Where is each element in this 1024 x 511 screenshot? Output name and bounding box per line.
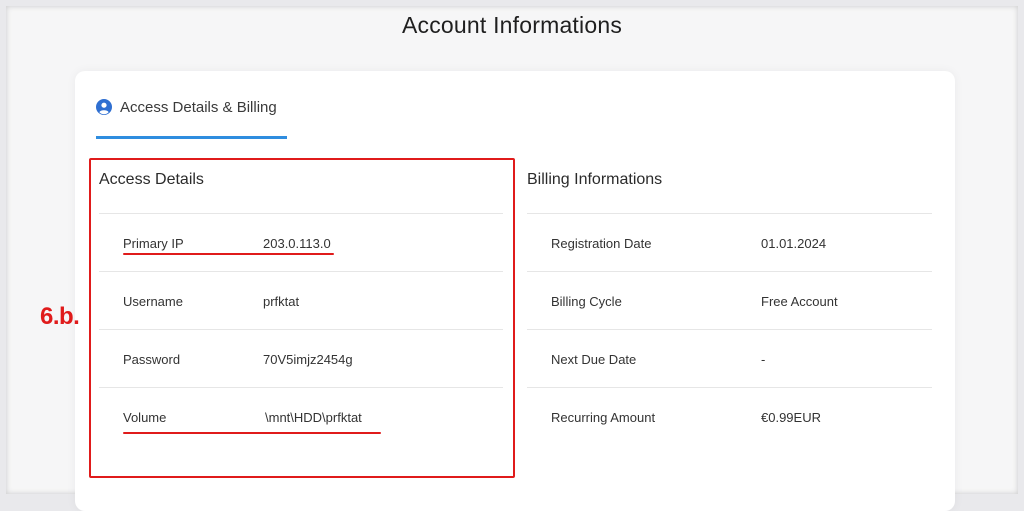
row-label: Recurring Amount xyxy=(551,410,656,425)
row-value: - xyxy=(761,352,766,367)
annotation-highlight-box xyxy=(89,158,515,478)
billing-row-billing-cycle: Billing Cycle Free Account xyxy=(527,271,932,329)
tab-access-details-billing[interactable]: Access Details & Billing xyxy=(96,96,287,140)
billing-table: Registration Date 01.01.2024 Billing Cyc… xyxy=(527,213,932,445)
page-title: Account Informations xyxy=(401,12,623,38)
row-value: €0.99EUR xyxy=(761,410,821,425)
row-label: Next Due Date xyxy=(551,352,637,367)
annotation-underline-volume xyxy=(123,432,381,434)
active-tab-indicator xyxy=(96,136,287,139)
billing-row-next-due-date: Next Due Date - xyxy=(527,329,932,387)
user-circle-icon xyxy=(96,99,112,115)
row-value: 01.01.2024 xyxy=(761,236,827,251)
billing-row-registration-date: Registration Date 01.01.2024 xyxy=(527,213,932,271)
row-label: Billing Cycle xyxy=(551,294,622,309)
annotation-label: 6.b. xyxy=(40,303,80,330)
annotation-underline-primary-ip xyxy=(123,253,334,255)
tab-label: Access Details & Billing xyxy=(120,99,277,116)
billing-row-recurring-amount: Recurring Amount €0.99EUR xyxy=(527,387,932,445)
billing-title: Billing Informations xyxy=(527,171,663,188)
row-label: Registration Date xyxy=(551,236,652,251)
row-value: Free Account xyxy=(761,294,838,309)
